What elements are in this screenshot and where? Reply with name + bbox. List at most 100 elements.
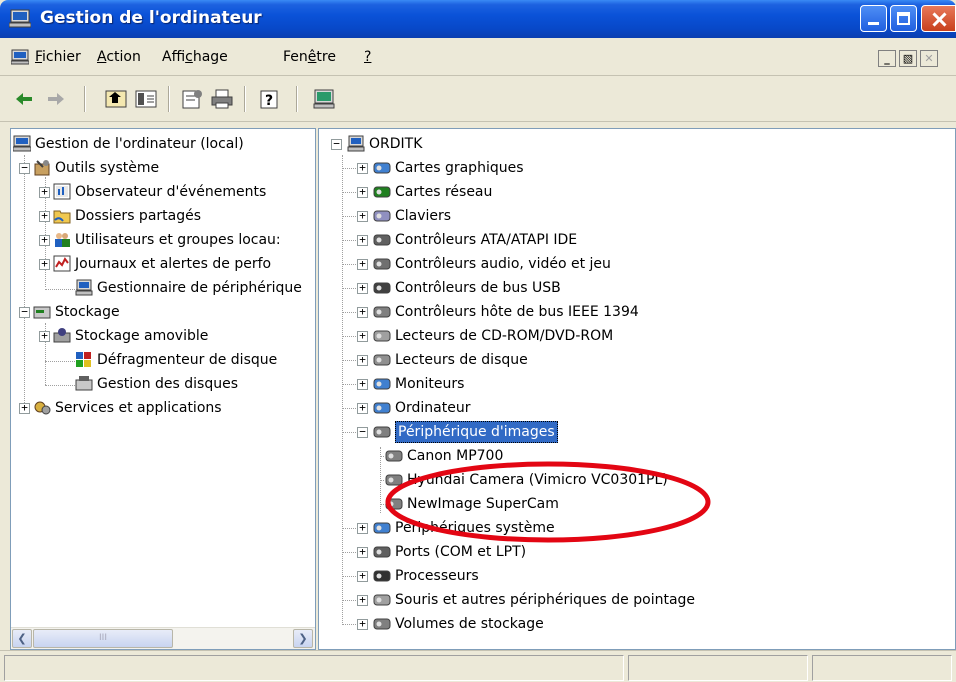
scroll-thumb[interactable]: III bbox=[33, 629, 173, 648]
device-class-icon bbox=[373, 378, 391, 390]
removable-storage-icon bbox=[53, 328, 71, 343]
toolbar-separator bbox=[296, 86, 298, 112]
expand-toggle[interactable]: + bbox=[357, 210, 368, 222]
expand-toggle[interactable]: + bbox=[19, 402, 30, 414]
device-class-icon bbox=[373, 522, 391, 534]
collapse-toggle[interactable]: − bbox=[331, 138, 342, 150]
scroll-right-button[interactable]: ❯ bbox=[293, 629, 313, 648]
expand-toggle[interactable]: + bbox=[357, 546, 368, 558]
device-class-icon bbox=[385, 450, 403, 462]
window-title: Gestion de l'ordinateur bbox=[40, 8, 262, 28]
properties-icon[interactable] bbox=[180, 88, 204, 110]
expand-toggle[interactable]: + bbox=[39, 234, 50, 246]
mdi-close-button[interactable]: ✕ bbox=[920, 50, 938, 67]
up-folder-icon[interactable] bbox=[104, 88, 128, 110]
computer-icon bbox=[13, 135, 31, 152]
expand-toggle[interactable]: + bbox=[357, 258, 368, 270]
expand-toggle[interactable]: + bbox=[357, 522, 368, 534]
performance-logs-icon bbox=[53, 255, 71, 272]
device-label: Contrôleurs hôte de bus IEEE 1394 bbox=[395, 304, 639, 320]
device-class-icon bbox=[373, 426, 391, 438]
forward-arrow-icon[interactable] bbox=[44, 88, 68, 110]
services-icon bbox=[34, 401, 51, 415]
system-menu-icon[interactable] bbox=[11, 49, 29, 65]
details-pane[interactable]: − ORDITK + Cartes graphiques + Cartes résea… bbox=[318, 128, 956, 650]
device-label: Cartes graphiques bbox=[395, 160, 524, 176]
device-label: Ports (COM et LPT) bbox=[395, 544, 527, 560]
toolbar: ? bbox=[0, 76, 956, 122]
device-label: Périphériques système bbox=[395, 520, 555, 536]
help-icon[interactable]: ? bbox=[258, 88, 282, 110]
menu-action[interactable]: Action bbox=[97, 49, 141, 65]
collapse-toggle[interactable]: − bbox=[19, 306, 30, 318]
toolbar-separator bbox=[168, 86, 170, 112]
computer-icon[interactable] bbox=[312, 88, 336, 110]
expand-toggle[interactable]: + bbox=[357, 402, 368, 414]
minimize-icon bbox=[868, 22, 879, 25]
event-viewer-icon bbox=[53, 183, 71, 200]
device-label: Moniteurs bbox=[395, 376, 465, 392]
device-class-icon bbox=[385, 474, 403, 486]
horizontal-scrollbar[interactable]: ❮ III ❯ bbox=[11, 627, 315, 649]
expand-toggle[interactable]: + bbox=[357, 282, 368, 294]
title-bar[interactable]: Gestion de l'ordinateur bbox=[0, 0, 956, 38]
status-bar bbox=[0, 650, 956, 682]
collapse-toggle[interactable]: − bbox=[19, 162, 30, 174]
expand-toggle[interactable]: + bbox=[357, 306, 368, 318]
expand-toggle[interactable]: + bbox=[357, 330, 368, 342]
device-label: Souris et autres périphériques de pointa… bbox=[395, 592, 696, 608]
tools-icon bbox=[34, 160, 50, 176]
menu-help[interactable]: ? bbox=[364, 49, 371, 65]
menu-affichage[interactable]: Affichage bbox=[162, 49, 228, 65]
collapse-toggle[interactable]: − bbox=[357, 426, 368, 438]
device-class-icon bbox=[373, 546, 391, 558]
menu-fichier[interactable]: Fichier bbox=[35, 49, 81, 65]
computer-management-icon bbox=[9, 9, 31, 28]
maximize-button[interactable] bbox=[890, 5, 917, 32]
device-label: Claviers bbox=[395, 208, 452, 224]
expand-toggle[interactable]: + bbox=[357, 162, 368, 174]
expand-toggle[interactable]: + bbox=[357, 354, 368, 366]
toolbar-separator bbox=[244, 86, 246, 112]
device-label: Canon MP700 bbox=[407, 448, 504, 464]
defragmenter-icon bbox=[76, 352, 91, 367]
device-class-icon bbox=[373, 570, 391, 582]
expand-toggle[interactable]: + bbox=[39, 258, 50, 270]
expand-toggle[interactable]: + bbox=[357, 234, 368, 246]
computer-icon bbox=[347, 135, 365, 152]
device-class-icon bbox=[373, 186, 391, 198]
mdi-restore-button[interactable]: ▧ bbox=[899, 50, 917, 67]
users-icon bbox=[55, 233, 70, 247]
maximize-icon bbox=[897, 12, 910, 25]
status-cell-3 bbox=[812, 655, 952, 681]
device-label: Lecteurs de CD-ROM/DVD-ROM bbox=[395, 328, 614, 344]
close-button[interactable] bbox=[921, 5, 956, 32]
expand-toggle[interactable]: + bbox=[357, 618, 368, 630]
status-cell-main bbox=[4, 655, 624, 681]
device-class-icon bbox=[373, 402, 391, 414]
console-tree-pane[interactable]: Gestion de l'ordinateur (local) − Outils… bbox=[10, 128, 316, 650]
show-hide-tree-icon[interactable] bbox=[134, 88, 158, 110]
computer-management-window: Gestion de l'ordinateur Fichier Action A… bbox=[0, 0, 956, 682]
menu-fenetre[interactable]: Fenêtre bbox=[283, 49, 336, 65]
expand-toggle[interactable]: + bbox=[39, 210, 50, 222]
expand-toggle[interactable]: + bbox=[39, 330, 50, 342]
expand-toggle[interactable]: + bbox=[357, 594, 368, 606]
menu-bar: Fichier Action Affichage Fenêtre ? _ ▧ ✕ bbox=[0, 38, 956, 76]
back-arrow-icon[interactable] bbox=[12, 88, 36, 110]
device-label: Contrôleurs audio, vidéo et jeu bbox=[395, 256, 611, 272]
device-class-icon bbox=[373, 594, 391, 606]
mdi-minimize-button[interactable]: _ bbox=[878, 50, 896, 67]
expand-toggle[interactable]: + bbox=[39, 186, 50, 198]
scroll-left-button[interactable]: ❮ bbox=[12, 629, 32, 648]
minimize-button[interactable] bbox=[860, 5, 887, 32]
expand-toggle[interactable]: + bbox=[357, 378, 368, 390]
expand-toggle[interactable]: + bbox=[357, 570, 368, 582]
print-icon[interactable] bbox=[210, 88, 234, 110]
expand-toggle[interactable]: + bbox=[357, 186, 368, 198]
shared-folder-icon bbox=[53, 210, 71, 224]
device-label: Volumes de stockage bbox=[395, 616, 544, 632]
device-class-icon bbox=[373, 330, 391, 342]
device-label: Contrôleurs de bus USB bbox=[395, 280, 561, 296]
device-class-icon bbox=[373, 234, 391, 246]
